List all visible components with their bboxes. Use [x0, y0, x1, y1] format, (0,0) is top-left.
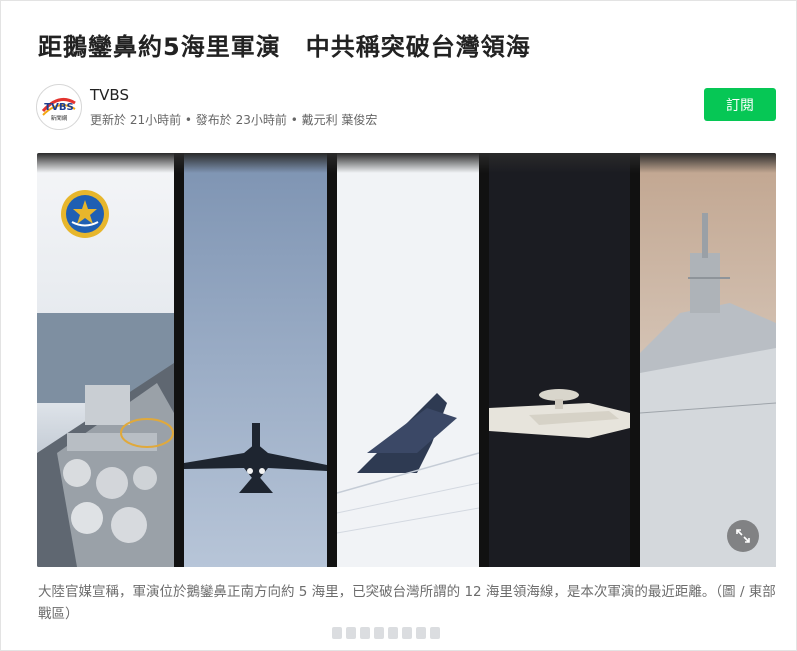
- article-headline: 距鵝鑾鼻約5海里軍演 中共稱突破台灣領海: [38, 33, 531, 61]
- military-emblem-icon: [61, 190, 109, 238]
- subscribe-button[interactable]: 訂閱: [704, 88, 776, 121]
- panel-divider: [479, 153, 489, 567]
- fighter-jet-panel: [184, 153, 327, 567]
- image-caption: 大陸官媒宣稱，軍演位於鵝鑾鼻正南方向約 5 海里，已突破台灣所謂的 12 海里領…: [38, 584, 776, 622]
- expand-icon: [736, 529, 750, 543]
- panel-divider: [327, 153, 337, 567]
- hero-image[interactable]: [37, 153, 776, 567]
- svg-text:TVBS: TVBS: [44, 102, 73, 113]
- expand-image-button[interactable]: [727, 520, 759, 552]
- ship-deck-panel: [37, 153, 174, 567]
- publisher-avatar[interactable]: TVBS 新聞網: [36, 84, 82, 130]
- panel-divider: [630, 153, 640, 567]
- early-warning-aircraft-panel: [489, 153, 630, 567]
- panel-divider: [174, 153, 184, 567]
- watermark: [330, 624, 470, 642]
- tvbs-logo-icon: TVBS 新聞網: [37, 85, 81, 129]
- publisher-name[interactable]: TVBS: [90, 86, 129, 104]
- destroyer-panel: [640, 153, 776, 567]
- article-meta: 更新於 21小時前 • 發布於 23小時前 • 戴元利 葉俊宏: [90, 113, 378, 127]
- stealth-jet-panel: [337, 153, 479, 567]
- svg-text:新聞網: 新聞網: [51, 114, 68, 122]
- image-fade: [37, 153, 776, 173]
